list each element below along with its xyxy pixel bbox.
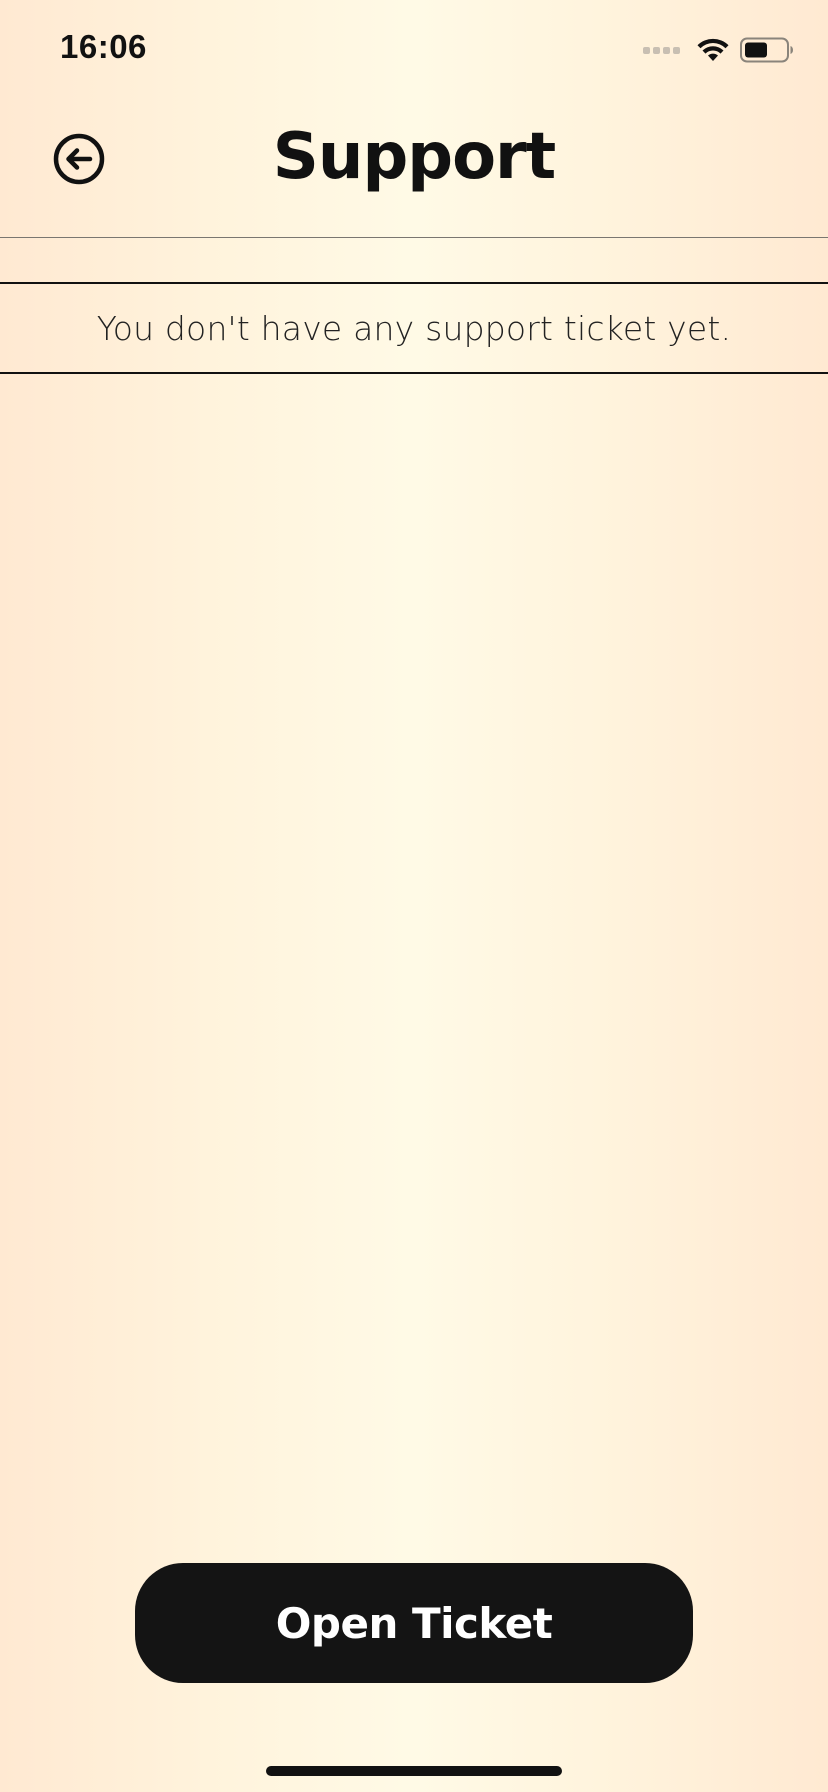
status-indicators xyxy=(643,34,794,66)
page-title: Support xyxy=(272,120,556,194)
empty-state-message: You don't have any support ticket yet. xyxy=(96,308,732,348)
open-ticket-label: Open Ticket xyxy=(275,1598,553,1648)
status-bar: 16:06 xyxy=(0,0,828,100)
header: Support xyxy=(0,100,828,238)
header-divider xyxy=(0,237,828,238)
open-ticket-button[interactable]: Open Ticket xyxy=(135,1563,693,1683)
wifi-icon xyxy=(696,37,730,63)
empty-state: You don't have any support ticket yet. xyxy=(0,282,828,374)
battery-icon xyxy=(740,37,794,63)
home-indicator[interactable] xyxy=(266,1766,562,1776)
signal-dots-icon xyxy=(643,46,680,54)
status-time: 16:06 xyxy=(60,28,147,65)
